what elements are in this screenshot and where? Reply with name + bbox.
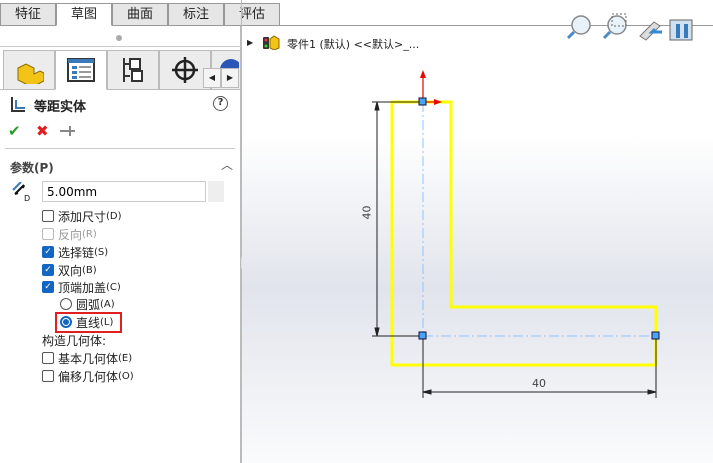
distance-spinner[interactable]: [208, 181, 224, 202]
label: 直线: [76, 315, 101, 330]
label: 圆弧: [76, 297, 101, 312]
label: 反向: [58, 227, 83, 242]
part-icon: [17, 63, 44, 84]
feature-title: 等距实体: [34, 100, 87, 115]
tab-evaluate[interactable]: 评估: [224, 3, 280, 26]
shortcut: (L): [100, 316, 114, 328]
feature-manager-tab[interactable]: [3, 50, 55, 90]
offset-geometry-checkbox[interactable]: 偏移几何体 (O): [42, 368, 134, 384]
base-geometry-checkbox[interactable]: 基本几何体 (E): [42, 350, 132, 366]
shortcut: (E): [118, 352, 133, 364]
add-dimensions-checkbox[interactable]: 添加尺寸 (D): [42, 208, 122, 224]
configuration-manager-tab[interactable]: [107, 50, 159, 90]
label: 偏移几何体: [58, 369, 119, 384]
checkbox-box: [42, 210, 54, 222]
graphics-area[interactable]: ▶ 零件1 (默认) <<默认>_... 40 40: [242, 13, 713, 463]
sketch-point[interactable]: [651, 331, 660, 340]
config-tree-icon: [123, 58, 143, 82]
shortcut: (B): [82, 264, 97, 276]
tab-markup[interactable]: 标注: [168, 3, 224, 26]
panel-grip[interactable]: [116, 35, 122, 41]
line-radio[interactable]: 直线 (L): [60, 314, 113, 330]
checkbox-box: ✓: [42, 264, 54, 276]
crosshair-icon: [172, 57, 198, 83]
scroll-right-button[interactable]: ▶: [221, 68, 239, 88]
tab-surfaces[interactable]: 曲面: [112, 3, 168, 26]
checkbox-box: [42, 370, 54, 382]
offset-distance-input[interactable]: [42, 181, 206, 202]
shortcut: (S): [94, 246, 109, 258]
help-button[interactable]: ?: [213, 96, 228, 111]
offset-entities-icon: [11, 97, 25, 112]
shortcut: (C): [106, 281, 121, 293]
label: 添加尺寸: [58, 209, 107, 224]
label: 双向: [58, 263, 83, 278]
tab-features[interactable]: 特征: [0, 3, 56, 26]
ok-button[interactable]: ✔: [8, 122, 21, 140]
shortcut: (O): [118, 370, 134, 382]
sketch-point[interactable]: [418, 331, 427, 340]
sketch-point[interactable]: [418, 97, 427, 106]
collapse-chevron-icon[interactable]: ︿: [221, 156, 233, 173]
bidirectional-checkbox[interactable]: ✓ 双向 (B): [42, 262, 97, 278]
shortcut: (R): [82, 228, 97, 240]
checkbox-box: [42, 352, 54, 364]
shortcut: (A): [100, 298, 115, 310]
label: 选择链: [58, 245, 95, 260]
cancel-button[interactable]: ✖: [36, 122, 49, 140]
label: 基本几何体: [58, 351, 119, 366]
vertical-dimension[interactable]: [372, 101, 420, 337]
svg-text:D: D: [24, 194, 30, 202]
scroll-left-button[interactable]: ◀: [203, 68, 221, 88]
reverse-checkbox[interactable]: 反向 (R): [42, 226, 97, 242]
checkbox-box: ✓: [42, 246, 54, 258]
distance-icon: D: [12, 182, 30, 202]
property-list-icon: [67, 58, 95, 82]
radio-circle: [60, 298, 72, 310]
tab-sketch[interactable]: 草图: [56, 3, 112, 26]
checkbox-box: [42, 228, 54, 240]
cap-ends-checkbox[interactable]: ✓ 顶端加盖 (C): [42, 279, 121, 295]
construction-geometry-label: 构造几何体:: [42, 333, 107, 348]
shortcut: (D): [106, 210, 122, 222]
property-manager: ◀ ▶ 等距实体 ? ✔ ✖ 参数(P) ︿ D 添加尺寸(D) 反向(R) ✓…: [0, 26, 241, 463]
pin-icon[interactable]: [60, 125, 76, 137]
sketch-canvas: [372, 70, 660, 398]
parameters-section-header[interactable]: 参数(P): [10, 159, 54, 176]
label: 顶端加盖: [58, 280, 107, 295]
checkbox-box: ✓: [42, 281, 54, 293]
offset-outline[interactable]: [390, 100, 658, 367]
vertical-dimension-value[interactable]: 40: [361, 206, 374, 220]
arc-radio[interactable]: 圆弧 (A): [60, 296, 115, 312]
select-chain-checkbox[interactable]: ✓ 选择链 (S): [42, 244, 108, 260]
property-manager-tab[interactable]: [55, 50, 107, 90]
radio-circle: [60, 316, 72, 328]
horizontal-dimension-value[interactable]: 40: [532, 377, 546, 390]
